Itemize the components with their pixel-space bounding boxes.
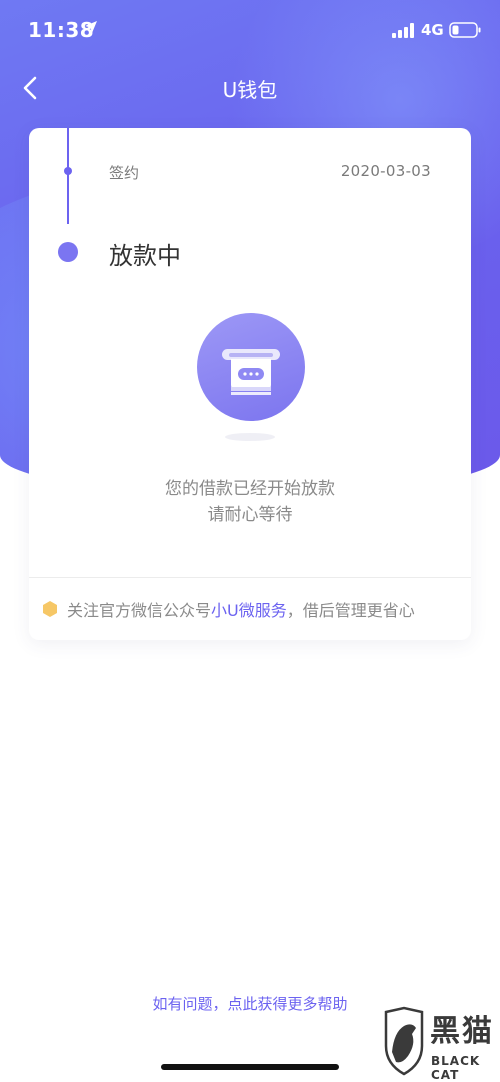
watermark-subtext: BLACK CAT — [431, 1054, 481, 1082]
timeline-step-label: 签约 — [109, 164, 140, 182]
battery-icon — [449, 22, 481, 38]
atm-machine-icon — [197, 313, 305, 421]
location-arrow-icon — [85, 21, 97, 33]
watermark: 黑猫 BLACK CAT — [376, 1000, 500, 1082]
status-message-line2: 请耐心等待 — [207, 505, 293, 525]
timeline-step-dot — [64, 167, 72, 175]
divider — [29, 577, 471, 578]
timeline-current-dot — [58, 242, 78, 262]
timeline-step-date: 2020-03-03 — [340, 162, 431, 180]
icon-shadow — [225, 433, 275, 441]
status-message-line1: 您的借款已经开始放款 — [165, 479, 335, 499]
follow-suffix-text: ，借后管理更省心 — [286, 601, 415, 620]
timeline-line — [67, 128, 69, 224]
follow-prefix-text: 关注官方微信公众号 — [67, 601, 212, 620]
page-title: U钱包 — [222, 78, 278, 102]
signal-strength-icon — [392, 23, 414, 38]
status-bar: 11:38 4G — [0, 0, 500, 60]
current-status: 放款中 — [109, 242, 181, 270]
watermark-text: 黑猫 — [430, 1014, 494, 1049]
loan-status-card: 签约 2020-03-03 放款中 您的借款已经开始放款 请耐心等待 关注官方微… — [29, 128, 471, 640]
wechat-account-link[interactable]: 小U微服务 — [211, 597, 287, 621]
follow-wechat-row: 关注官方微信公众号 小U微服务 ，借后管理更省心 — [41, 597, 471, 621]
black-cat-logo-icon — [384, 1006, 424, 1076]
hexagon-icon — [43, 601, 57, 617]
home-indicator[interactable] — [161, 1064, 339, 1070]
network-type: 4G — [421, 21, 444, 39]
